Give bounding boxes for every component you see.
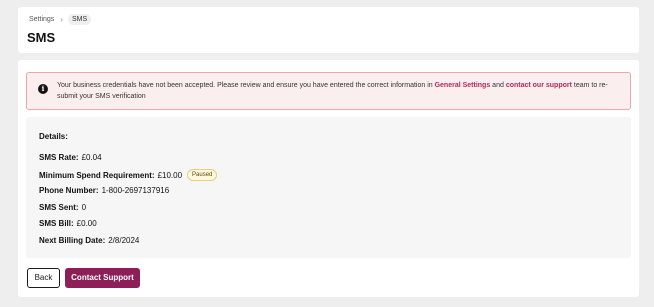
alert-text-before: Your business credentials have not been …	[57, 82, 435, 89]
sms-sent-row: SMS Sent: 0	[39, 203, 86, 212]
sms-bill-row: SMS Bill: £0.00	[39, 219, 97, 228]
sms-rate-label: SMS Rate:	[39, 153, 79, 162]
info-icon: i	[38, 84, 48, 94]
next-billing-date-row: Next Billing Date: 2/8/2024	[39, 236, 139, 245]
main-card: i Your business credentials have not bee…	[18, 60, 639, 297]
sms-sent-value: 0	[81, 203, 87, 212]
phone-number-row: Phone Number: 1-800-2697137916	[39, 186, 169, 195]
phone-number-value: 1-800-2697137916	[101, 186, 170, 195]
back-button[interactable]: Back	[27, 268, 60, 288]
contact-support-button[interactable]: Contact Support	[65, 268, 140, 288]
breadcrumb-separator-icon: ›	[60, 15, 63, 24]
general-settings-link[interactable]: General Settings	[435, 82, 491, 89]
error-alert: i Your business credentials have not bee…	[26, 72, 631, 110]
sms-bill-value: £0.00	[76, 219, 97, 228]
next-billing-date-label: Next Billing Date:	[39, 236, 106, 245]
breadcrumb: Settings › SMS	[28, 14, 92, 25]
phone-number-label: Phone Number:	[39, 186, 99, 195]
sms-bill-label: SMS Bill:	[39, 219, 74, 228]
alert-message: Your business credentials have not been …	[57, 81, 625, 102]
contact-support-link[interactable]: contact our support	[506, 82, 572, 89]
minimum-spend-value: £10.00	[157, 170, 183, 180]
breadcrumb-item-sms: SMS	[67, 14, 92, 25]
header-card: Settings › SMS SMS	[18, 7, 639, 53]
details-title: Details:	[39, 132, 68, 141]
next-billing-date-value: 2/8/2024	[108, 236, 140, 245]
sms-sent-label: SMS Sent:	[39, 203, 79, 212]
page-title: SMS	[27, 30, 56, 45]
details-panel: Details: SMS Rate: £0.04 Minimum Spend R…	[26, 117, 631, 258]
alert-text-middle: and	[490, 82, 506, 89]
status-badge: Paused	[187, 169, 218, 181]
sms-rate-value: £0.04	[81, 153, 102, 162]
minimum-spend-label: Minimum Spend Requirement:	[39, 170, 155, 180]
sms-rate-row: SMS Rate: £0.04	[39, 153, 102, 162]
minimum-spend-row: Minimum Spend Requirement: £10.00 Paused	[39, 169, 218, 181]
breadcrumb-item-settings[interactable]: Settings	[28, 14, 55, 25]
